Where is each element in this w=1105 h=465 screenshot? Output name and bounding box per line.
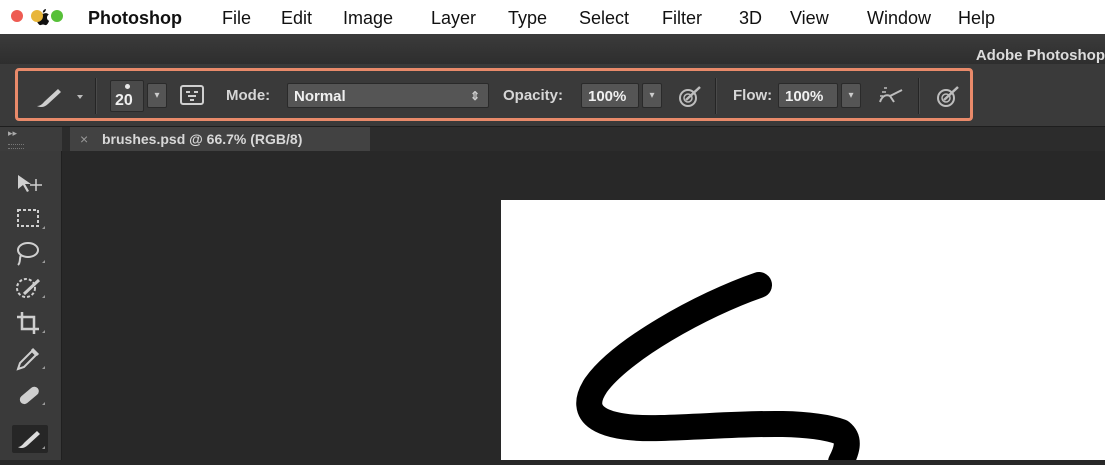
window-title: Adobe Photoshop	[975, 47, 1105, 64]
menu-view[interactable]: View	[790, 8, 829, 28]
menu-select[interactable]: Select	[579, 8, 629, 28]
brush-stroke	[576, 272, 860, 465]
options-bar-highlight	[15, 68, 973, 121]
menu-filter[interactable]: Filter	[662, 8, 702, 28]
window-title-bar	[0, 34, 1105, 64]
menu-layer[interactable]: Layer	[431, 8, 476, 28]
document-tab[interactable]: × brushes.psd @ 66.7% (RGB/8)	[70, 127, 370, 151]
zoom-window-button[interactable]	[51, 10, 63, 22]
menu-3d[interactable]: 3D	[739, 8, 762, 28]
brush-tool-icon[interactable]	[12, 425, 48, 453]
menu-window[interactable]: Window	[867, 8, 931, 28]
move-tool-icon[interactable]	[12, 169, 48, 197]
healing-brush-tool-icon[interactable]	[12, 381, 48, 409]
tools-panel-header[interactable]: ▸▸	[0, 127, 62, 151]
panel-grip-icon[interactable]	[8, 144, 24, 149]
document-tab-title: brushes.psd @ 66.7% (RGB/8)	[102, 131, 303, 147]
menu-app-photoshop[interactable]: Photoshop	[88, 8, 182, 28]
tools-panel	[0, 151, 62, 460]
crop-tool-icon[interactable]	[12, 309, 48, 337]
menu-image[interactable]: Image	[343, 8, 393, 28]
mac-menu-bar: Photoshop File Edit Image Layer Type Sel…	[0, 0, 1105, 34]
menu-edit[interactable]: Edit	[281, 8, 312, 28]
eyedropper-tool-icon[interactable]	[12, 345, 48, 373]
close-window-button[interactable]	[11, 10, 23, 22]
close-tab-icon[interactable]: ×	[80, 127, 88, 151]
menu-file[interactable]: File	[222, 8, 251, 28]
minimize-window-button[interactable]	[31, 10, 43, 22]
lasso-tool-icon[interactable]	[12, 239, 48, 267]
menu-type[interactable]: Type	[508, 8, 547, 28]
quick-selection-tool-icon[interactable]	[12, 274, 48, 302]
canvas[interactable]	[501, 200, 1105, 465]
menu-help[interactable]: Help	[958, 8, 995, 28]
collapse-panel-icon[interactable]: ▸▸	[8, 128, 17, 139]
marquee-tool-icon[interactable]	[12, 205, 48, 233]
